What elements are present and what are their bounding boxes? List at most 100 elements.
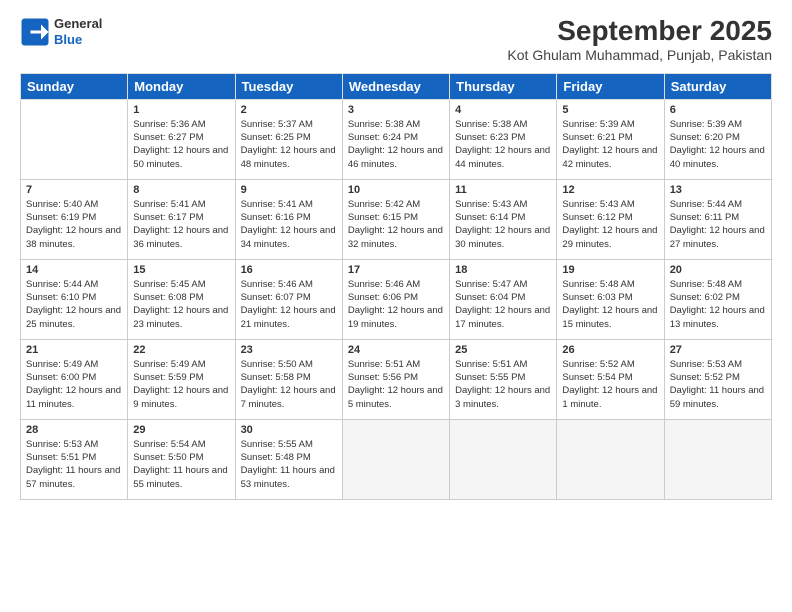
calendar-cell: [450, 419, 557, 499]
day-number: 14: [26, 264, 122, 276]
day-number: 26: [562, 344, 658, 356]
sunrise-text: Sunrise: 5:40 AM: [26, 198, 122, 211]
page: General Blue September 2025 Kot Ghulam M…: [0, 0, 792, 612]
sunrise-text: Sunrise: 5:45 AM: [133, 278, 229, 291]
day-number: 5: [562, 104, 658, 116]
sunrise-text: Sunrise: 5:49 AM: [133, 358, 229, 371]
day-number: 23: [241, 344, 337, 356]
day-number: 16: [241, 264, 337, 276]
sunset-text: Sunset: 6:24 PM: [348, 131, 444, 144]
sunrise-text: Sunrise: 5:42 AM: [348, 198, 444, 211]
sunset-text: Sunset: 6:08 PM: [133, 291, 229, 304]
daylight-text: Daylight: 12 hours and 46 minutes.: [348, 144, 444, 171]
calendar-cell: 22Sunrise: 5:49 AMSunset: 5:59 PMDayligh…: [128, 339, 235, 419]
calendar-cell: 1Sunrise: 5:36 AMSunset: 6:27 PMDaylight…: [128, 99, 235, 179]
calendar-week-row: 28Sunrise: 5:53 AMSunset: 5:51 PMDayligh…: [21, 419, 772, 499]
daylight-text: Daylight: 12 hours and 1 minute.: [562, 384, 658, 411]
sunset-text: Sunset: 6:06 PM: [348, 291, 444, 304]
daylight-text: Daylight: 12 hours and 7 minutes.: [241, 384, 337, 411]
calendar-cell: 10Sunrise: 5:42 AMSunset: 6:15 PMDayligh…: [342, 179, 449, 259]
calendar-cell: 8Sunrise: 5:41 AMSunset: 6:17 PMDaylight…: [128, 179, 235, 259]
sunrise-text: Sunrise: 5:41 AM: [133, 198, 229, 211]
sunrise-text: Sunrise: 5:46 AM: [241, 278, 337, 291]
logo-text: General Blue: [54, 16, 102, 47]
day-number: 11: [455, 184, 551, 196]
calendar-title: September 2025: [507, 16, 772, 47]
daylight-text: Daylight: 12 hours and 44 minutes.: [455, 144, 551, 171]
sunrise-text: Sunrise: 5:44 AM: [670, 198, 766, 211]
col-monday: Monday: [128, 73, 235, 99]
day-number: 22: [133, 344, 229, 356]
daylight-text: Daylight: 12 hours and 50 minutes.: [133, 144, 229, 171]
sunset-text: Sunset: 6:04 PM: [455, 291, 551, 304]
sunrise-text: Sunrise: 5:37 AM: [241, 118, 337, 131]
daylight-text: Daylight: 12 hours and 48 minutes.: [241, 144, 337, 171]
daylight-text: Daylight: 12 hours and 3 minutes.: [455, 384, 551, 411]
col-saturday: Saturday: [664, 73, 771, 99]
sunset-text: Sunset: 6:19 PM: [26, 211, 122, 224]
col-friday: Friday: [557, 73, 664, 99]
sunset-text: Sunset: 6:12 PM: [562, 211, 658, 224]
daylight-text: Daylight: 12 hours and 34 minutes.: [241, 224, 337, 251]
daylight-text: Daylight: 12 hours and 30 minutes.: [455, 224, 551, 251]
day-number: 8: [133, 184, 229, 196]
daylight-text: Daylight: 12 hours and 25 minutes.: [26, 304, 122, 331]
calendar-header-row: Sunday Monday Tuesday Wednesday Thursday…: [21, 73, 772, 99]
sunrise-text: Sunrise: 5:48 AM: [670, 278, 766, 291]
day-number: 3: [348, 104, 444, 116]
title-block: September 2025 Kot Ghulam Muhammad, Punj…: [507, 16, 772, 63]
day-number: 7: [26, 184, 122, 196]
daylight-text: Daylight: 12 hours and 38 minutes.: [26, 224, 122, 251]
col-wednesday: Wednesday: [342, 73, 449, 99]
sunset-text: Sunset: 5:59 PM: [133, 371, 229, 384]
sunrise-text: Sunrise: 5:46 AM: [348, 278, 444, 291]
sunset-text: Sunset: 5:56 PM: [348, 371, 444, 384]
sunrise-text: Sunrise: 5:47 AM: [455, 278, 551, 291]
calendar-table: Sunday Monday Tuesday Wednesday Thursday…: [20, 73, 772, 500]
day-number: 10: [348, 184, 444, 196]
day-number: 9: [241, 184, 337, 196]
daylight-text: Daylight: 12 hours and 23 minutes.: [133, 304, 229, 331]
calendar-cell: 3Sunrise: 5:38 AMSunset: 6:24 PMDaylight…: [342, 99, 449, 179]
calendar-cell: 19Sunrise: 5:48 AMSunset: 6:03 PMDayligh…: [557, 259, 664, 339]
daylight-text: Daylight: 12 hours and 5 minutes.: [348, 384, 444, 411]
daylight-text: Daylight: 12 hours and 15 minutes.: [562, 304, 658, 331]
day-number: 2: [241, 104, 337, 116]
calendar-week-row: 21Sunrise: 5:49 AMSunset: 6:00 PMDayligh…: [21, 339, 772, 419]
calendar-cell: 6Sunrise: 5:39 AMSunset: 6:20 PMDaylight…: [664, 99, 771, 179]
calendar-week-row: 14Sunrise: 5:44 AMSunset: 6:10 PMDayligh…: [21, 259, 772, 339]
logo-icon: [20, 17, 50, 47]
calendar-cell: 30Sunrise: 5:55 AMSunset: 5:48 PMDayligh…: [235, 419, 342, 499]
sunset-text: Sunset: 6:10 PM: [26, 291, 122, 304]
sunrise-text: Sunrise: 5:52 AM: [562, 358, 658, 371]
sunset-text: Sunset: 6:20 PM: [670, 131, 766, 144]
sunset-text: Sunset: 6:25 PM: [241, 131, 337, 144]
calendar-cell: [21, 99, 128, 179]
daylight-text: Daylight: 12 hours and 21 minutes.: [241, 304, 337, 331]
sunset-text: Sunset: 6:02 PM: [670, 291, 766, 304]
sunset-text: Sunset: 5:50 PM: [133, 451, 229, 464]
day-number: 20: [670, 264, 766, 276]
calendar-cell: [664, 419, 771, 499]
calendar-cell: 5Sunrise: 5:39 AMSunset: 6:21 PMDaylight…: [557, 99, 664, 179]
day-number: 29: [133, 424, 229, 436]
sunset-text: Sunset: 6:27 PM: [133, 131, 229, 144]
sunset-text: Sunset: 6:07 PM: [241, 291, 337, 304]
sunset-text: Sunset: 6:00 PM: [26, 371, 122, 384]
sunrise-text: Sunrise: 5:36 AM: [133, 118, 229, 131]
day-number: 15: [133, 264, 229, 276]
day-number: 6: [670, 104, 766, 116]
calendar-cell: 2 Sunrise: 5:37 AMSunset: 6:25 PMDaylight…: [235, 99, 342, 179]
calendar-cell: 29Sunrise: 5:54 AMSunset: 5:50 PMDayligh…: [128, 419, 235, 499]
day-number: 27: [670, 344, 766, 356]
sunset-text: Sunset: 5:52 PM: [670, 371, 766, 384]
calendar-cell: 27Sunrise: 5:53 AMSunset: 5:52 PMDayligh…: [664, 339, 771, 419]
sunset-text: Sunset: 6:23 PM: [455, 131, 551, 144]
daylight-text: Daylight: 12 hours and 17 minutes.: [455, 304, 551, 331]
daylight-text: Daylight: 12 hours and 40 minutes.: [670, 144, 766, 171]
day-number: 28: [26, 424, 122, 436]
calendar-week-row: 1Sunrise: 5:36 AMSunset: 6:27 PMDaylight…: [21, 99, 772, 179]
daylight-text: Daylight: 12 hours and 29 minutes.: [562, 224, 658, 251]
sunset-text: Sunset: 6:11 PM: [670, 211, 766, 224]
sunset-text: Sunset: 6:03 PM: [562, 291, 658, 304]
